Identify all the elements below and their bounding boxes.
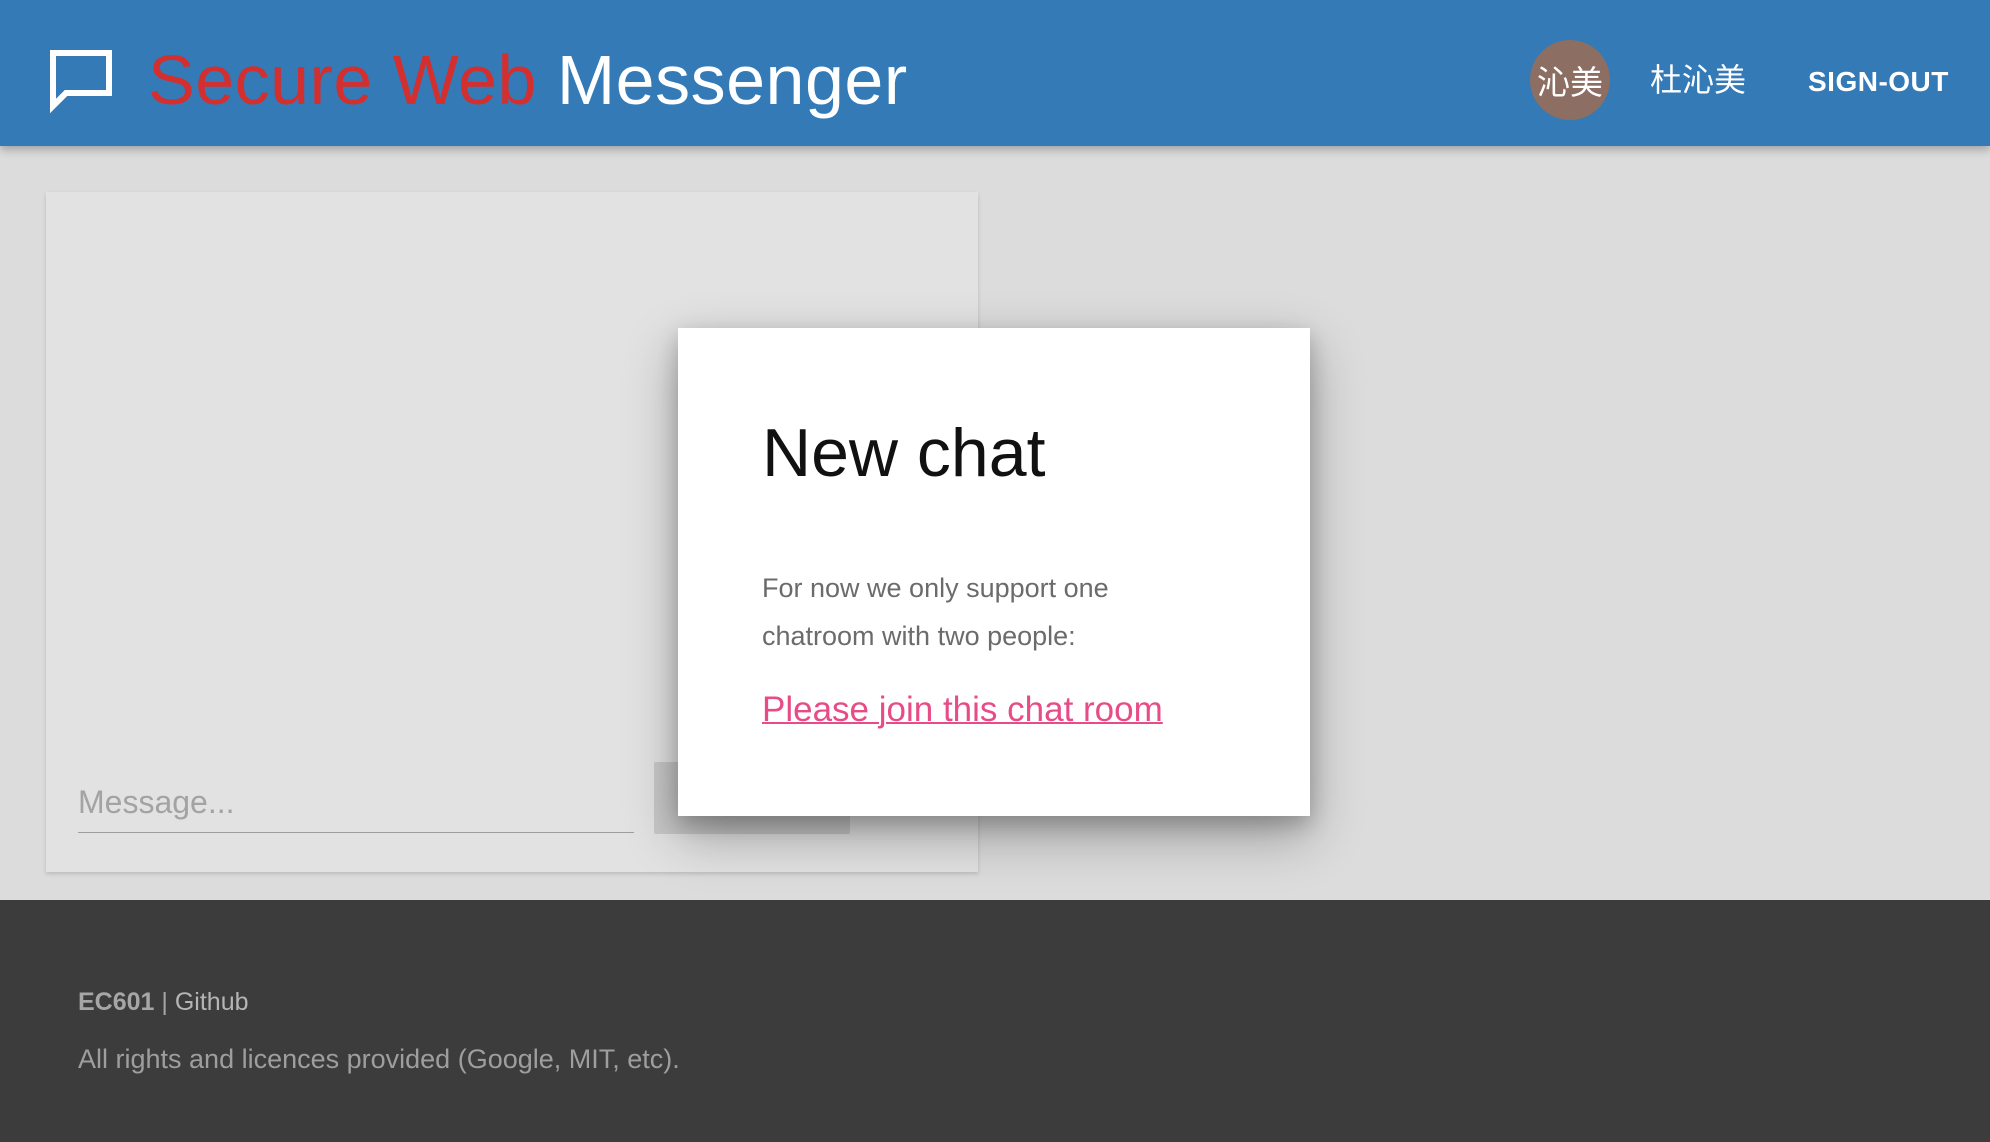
message-input[interactable] [78, 772, 634, 833]
github-link[interactable]: Github [175, 988, 249, 1016]
app-title-rest: Messenger [536, 41, 908, 119]
footer-course-label: EC601 [78, 988, 155, 1016]
new-chat-dialog: New chat For now we only support one cha… [678, 328, 1310, 816]
chat-bubble-icon [50, 50, 112, 114]
footer-separator: | [154, 988, 175, 1016]
join-chat-room-link[interactable]: Please join this chat room [762, 686, 1163, 734]
footer-rights: All rights and licences provided (Google… [78, 1044, 680, 1074]
avatar[interactable]: 沁美 [1530, 40, 1610, 120]
app-title-accent: Secure Web [148, 41, 537, 119]
footer-links: EC601 | Github [78, 984, 249, 1020]
page-footer: EC601 | Github All rights and licences p… [0, 900, 1990, 1142]
dialog-description: For now we only support one chatroom wit… [762, 573, 1109, 651]
dialog-title: New chat [762, 415, 1046, 491]
username-label: 杜沁美 [1650, 62, 1747, 98]
app-header: Secure Web Messenger 沁美 杜沁美 SIGN-OUT [0, 0, 1990, 146]
sign-out-button[interactable]: SIGN-OUT [1808, 62, 1949, 102]
app-title: Secure Web Messenger [148, 38, 908, 122]
